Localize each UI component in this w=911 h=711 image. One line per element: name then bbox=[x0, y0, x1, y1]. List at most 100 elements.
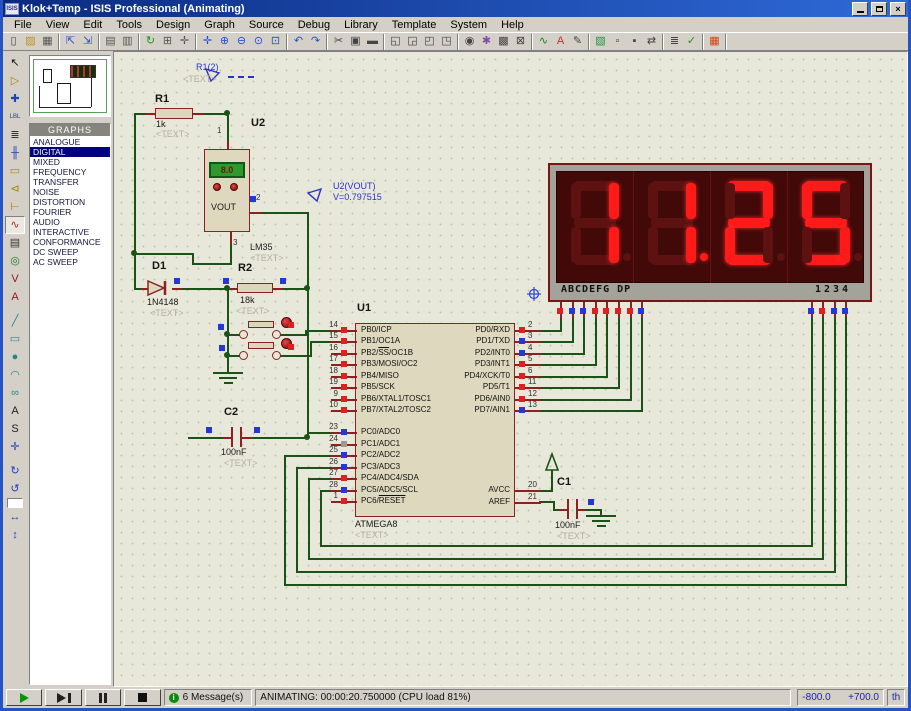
make-device-button[interactable]: ✱ bbox=[478, 33, 495, 50]
wire[interactable] bbox=[630, 316, 632, 401]
subcircuit-mode-button[interactable]: ▭ bbox=[5, 162, 25, 180]
pause-button[interactable] bbox=[84, 689, 122, 706]
wire-label-mode-button[interactable]: LBL bbox=[5, 108, 25, 126]
graph-mode-button[interactable]: ∿ bbox=[5, 216, 25, 234]
wire[interactable] bbox=[583, 316, 585, 355]
wire[interactable] bbox=[296, 467, 298, 573]
overview-minimap[interactable] bbox=[29, 55, 111, 117]
zoom-all-button[interactable]: ⊙ bbox=[250, 33, 267, 50]
menu-graph[interactable]: Graph bbox=[197, 19, 242, 31]
block-copy-button[interactable]: ◱ bbox=[387, 33, 404, 50]
junction-dot-mode-button[interactable]: ✚ bbox=[5, 90, 25, 108]
graph-type-analogue[interactable]: ANALOGUE bbox=[30, 137, 110, 147]
wire[interactable] bbox=[539, 376, 608, 378]
new-design-button[interactable]: ▯ bbox=[5, 33, 22, 50]
selection-mode-button[interactable]: ↖ bbox=[5, 54, 25, 72]
rotation-angle-box[interactable] bbox=[7, 498, 23, 508]
step-button[interactable] bbox=[45, 689, 82, 706]
pick-device-button[interactable]: ◉ bbox=[461, 33, 478, 50]
wire[interactable] bbox=[811, 316, 813, 547]
play-button[interactable] bbox=[6, 689, 43, 706]
wire[interactable] bbox=[284, 455, 286, 586]
zoom-in-button[interactable]: ⊕ bbox=[216, 33, 233, 50]
tape-recorder-mode-button[interactable]: ▤ bbox=[5, 234, 25, 252]
graph-type-ac-sweep[interactable]: AC SWEEP bbox=[30, 257, 110, 267]
menu-tools[interactable]: Tools bbox=[109, 19, 149, 31]
restore-button[interactable] bbox=[871, 1, 887, 16]
menu-edit[interactable]: Edit bbox=[76, 19, 109, 31]
menu-system[interactable]: System bbox=[443, 19, 494, 31]
voltage-probe-mode-button[interactable]: V bbox=[5, 270, 25, 288]
component-mode-button[interactable]: ▷ bbox=[5, 72, 25, 90]
decompose-button[interactable]: ⊠ bbox=[512, 33, 529, 50]
graph-type-transfer[interactable]: TRANSFER bbox=[30, 177, 110, 187]
schematic-canvas[interactable]: 14 PB0/ICP 15 PB1/OC1A 16 PB2/SS/OC1B 17 PB3/MO… bbox=[114, 52, 907, 686]
wire[interactable] bbox=[308, 558, 824, 560]
graph-type-audio[interactable]: AUDIO bbox=[30, 217, 110, 227]
wire[interactable] bbox=[250, 437, 309, 439]
wire[interactable] bbox=[308, 478, 310, 560]
menu-view[interactable]: View bbox=[39, 19, 77, 31]
wire[interactable] bbox=[310, 341, 312, 357]
block-delete-button[interactable]: ◳ bbox=[438, 33, 455, 50]
copy-button[interactable]: ▣ bbox=[347, 33, 364, 50]
lm35-down-button[interactable] bbox=[230, 183, 238, 191]
wire[interactable] bbox=[539, 387, 620, 389]
menu-template[interactable]: Template bbox=[385, 19, 444, 31]
diode-d1[interactable] bbox=[146, 279, 174, 298]
wire[interactable] bbox=[641, 316, 643, 412]
graph-type-distortion[interactable]: DISTORTION bbox=[30, 197, 110, 207]
generator-mode-button[interactable]: ◎ bbox=[5, 252, 25, 270]
2d-marker-mode-button[interactable]: ✛ bbox=[5, 438, 25, 456]
menu-library[interactable]: Library bbox=[337, 19, 385, 31]
text-script-mode-button[interactable]: ≣ bbox=[5, 126, 25, 144]
capacitor-plate[interactable] bbox=[231, 427, 233, 447]
toggle-grid-button[interactable]: ⊞ bbox=[159, 33, 176, 50]
graph-type-digital[interactable]: DIGITAL bbox=[30, 147, 110, 157]
mark-output-area-button[interactable]: ▥ bbox=[119, 33, 136, 50]
import-section-button[interactable]: ⇱ bbox=[62, 33, 79, 50]
graph-type-fourier[interactable]: FOURIER bbox=[30, 207, 110, 217]
block-move-button[interactable]: ◲ bbox=[404, 33, 421, 50]
stop-button[interactable] bbox=[124, 689, 161, 706]
mirror-horizontal-button[interactable]: ↔ bbox=[5, 508, 25, 526]
2d-circle-mode-button[interactable]: ● bbox=[5, 348, 25, 366]
electrical-rule-check-button[interactable]: ✓ bbox=[683, 33, 700, 50]
2d-path-mode-button[interactable]: ∞ bbox=[5, 384, 25, 402]
graph-type-interactive[interactable]: INTERACTIVE bbox=[30, 227, 110, 237]
wire[interactable] bbox=[551, 470, 553, 492]
wire[interactable] bbox=[539, 399, 632, 401]
lm35-up-button[interactable] bbox=[213, 183, 221, 191]
graph-type-noise[interactable]: NOISE bbox=[30, 187, 110, 197]
rotate-anticlockwise-button[interactable]: ↺ bbox=[5, 480, 25, 498]
design-explorer-button[interactable]: ▧ bbox=[592, 33, 609, 50]
close-button[interactable]: × bbox=[890, 1, 906, 16]
message-panel[interactable]: i 6 Message(s) bbox=[163, 689, 253, 706]
wire[interactable] bbox=[296, 571, 836, 573]
zoom-area-button[interactable]: ⊡ bbox=[267, 33, 284, 50]
wire[interactable] bbox=[539, 330, 562, 332]
voltage-probe-icon[interactable] bbox=[306, 186, 323, 203]
2d-arc-mode-button[interactable]: ◠ bbox=[5, 366, 25, 384]
wire[interactable] bbox=[320, 545, 813, 547]
search-tag-button[interactable]: A bbox=[552, 33, 569, 50]
cut-button[interactable]: ✂ bbox=[330, 33, 347, 50]
title-bar[interactable]: ISIS Klok+Temp - ISIS Professional (Anim… bbox=[3, 0, 908, 17]
2d-symbol-mode-button[interactable]: S bbox=[5, 420, 25, 438]
bill-of-materials-button[interactable]: ≣ bbox=[666, 33, 683, 50]
wire[interactable] bbox=[192, 263, 232, 265]
2d-box-mode-button[interactable]: ▭ bbox=[5, 330, 25, 348]
minimize-button[interactable] bbox=[852, 1, 868, 16]
export-section-button[interactable]: ⇲ bbox=[79, 33, 96, 50]
packaging-tool-button[interactable]: ▩ bbox=[495, 33, 512, 50]
menu-source[interactable]: Source bbox=[242, 19, 291, 31]
graph-type-dc-sweep[interactable]: DC SWEEP bbox=[30, 247, 110, 257]
block-rotate-button[interactable]: ◰ bbox=[421, 33, 438, 50]
wire[interactable] bbox=[227, 113, 229, 143]
capacitor-plate[interactable] bbox=[567, 499, 569, 519]
buses-mode-button[interactable]: ╫ bbox=[5, 144, 25, 162]
redraw-button[interactable]: ↻ bbox=[142, 33, 159, 50]
zoom-out-button[interactable]: ⊖ bbox=[233, 33, 250, 50]
remove-sheet-button[interactable]: ▪ bbox=[626, 33, 643, 50]
graph-type-conformance[interactable]: CONFORMANCE bbox=[30, 237, 110, 247]
